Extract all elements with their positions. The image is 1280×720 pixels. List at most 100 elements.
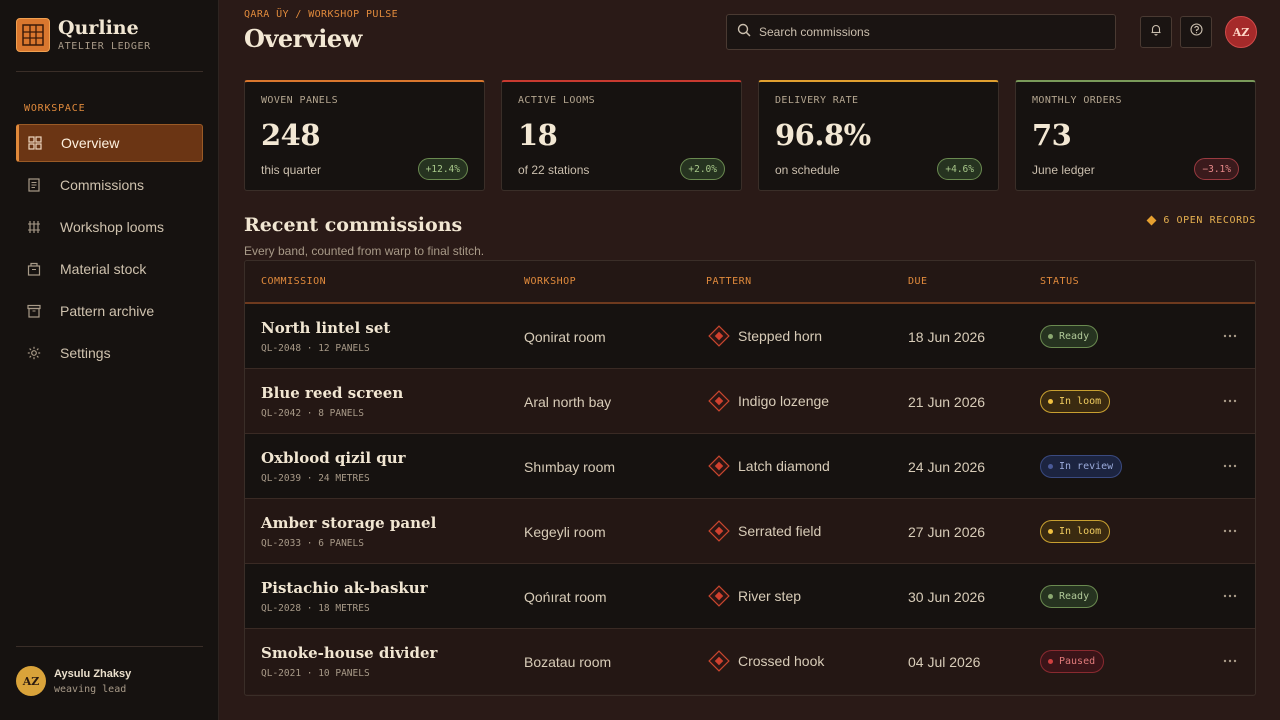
user-avatar-button[interactable]: AZ (1225, 16, 1257, 48)
sidebar-item-commissions[interactable]: Commissions (16, 166, 203, 204)
table-row[interactable]: Blue reed screen QL-2042 · 8 PANELS Aral n… (245, 369, 1255, 434)
box-icon (26, 261, 42, 277)
column-header-commission[interactable]: COMMISSION (261, 276, 326, 287)
more-icon (1223, 659, 1237, 663)
search-icon (737, 23, 751, 42)
sidebar-item-material-stock[interactable]: Material stock (16, 250, 203, 288)
table-row[interactable]: Oxblood qizil qur QL-2039 · 24 METRES Shım… (245, 434, 1255, 499)
pattern-cell: Stepped horn (705, 322, 822, 350)
bell-icon (1150, 23, 1162, 41)
kpi-card-woven-panels: WOVEN PANELS 248 this quarter +12.4% (244, 80, 485, 191)
pattern-cell: River step (705, 582, 801, 610)
due-date: 27 Jun 2026 (908, 524, 986, 540)
sidebar-divider (16, 71, 203, 72)
due-date: 18 Jun 2026 (908, 329, 986, 345)
pattern-cell: Latch diamond (705, 452, 830, 480)
kpi-label: WOVEN PANELS (261, 95, 339, 106)
workshop-cell: Shımbay room (524, 459, 616, 475)
commission-code: QL-2042 · 8 PANELS (261, 408, 364, 419)
row-more-button[interactable] (1220, 458, 1240, 474)
row-more-button[interactable] (1220, 588, 1240, 604)
commission-name[interactable]: Blue reed screen (261, 384, 403, 402)
table-body: North lintel set QL-2048 · 12 PANELS Qonir… (245, 304, 1255, 694)
kpi-subtext: June ledger (1032, 163, 1095, 177)
user-profile[interactable]: AZ Aysulu Zhaksy weaving lead (16, 666, 131, 696)
sidebar-nav: Overview Commissions Workshop looms Mate… (16, 124, 203, 376)
sidebar-item-overview[interactable]: Overview (16, 124, 203, 162)
status-label: Paused (1059, 656, 1096, 667)
pattern-name: Latch diamond (738, 458, 830, 474)
sidebar-item-label: Settings (60, 345, 111, 361)
help-icon (1189, 23, 1203, 41)
search-box[interactable] (726, 14, 1116, 50)
status-label: Ready (1059, 591, 1090, 602)
open-records-label: 6 OPEN RECORDS (1163, 215, 1256, 226)
column-header-workshop[interactable]: WORKSHOP (524, 276, 576, 287)
commission-code: QL-2021 · 10 PANELS (261, 668, 370, 679)
help-button[interactable] (1180, 16, 1212, 48)
due-date: 04 Jul 2026 (908, 654, 981, 670)
sidebar-item-workshop-looms[interactable]: Workshop looms (16, 208, 203, 246)
table-row[interactable]: Smoke-house divider QL-2021 · 10 PANELS Bo… (245, 629, 1255, 694)
status-dot-icon (1048, 529, 1053, 534)
due-date: 24 Jun 2026 (908, 459, 986, 475)
search-input[interactable] (759, 25, 1099, 39)
brand-logo-icon (16, 18, 50, 52)
kpi-card-delivery-rate: DELIVERY RATE 96.8% on schedule +4.6% (758, 80, 999, 191)
sidebar-item-pattern-archive[interactable]: Pattern archive (16, 292, 203, 330)
column-header-status[interactable]: STATUS (1040, 276, 1079, 287)
due-date: 30 Jun 2026 (908, 589, 986, 605)
table-row[interactable]: North lintel set QL-2048 · 12 PANELS Qonir… (245, 304, 1255, 369)
status-badge: Ready (1040, 585, 1099, 608)
commission-name[interactable]: Oxblood qizil qur (261, 449, 406, 467)
more-icon (1223, 529, 1237, 533)
kpi-value: 18 (518, 118, 558, 152)
status-dot-icon (1048, 659, 1053, 664)
pattern-name: Serrated field (738, 523, 822, 539)
brand-name: Qurline (58, 17, 139, 39)
status-badge: In review (1040, 455, 1123, 478)
document-icon (26, 177, 42, 193)
status-dot-icon (1048, 594, 1053, 599)
more-icon (1223, 464, 1237, 468)
sidebar-item-label: Material stock (60, 261, 147, 277)
kpi-value: 96.8% (775, 118, 871, 152)
column-header-pattern[interactable]: PATTERN (706, 276, 752, 287)
pattern-cell: Indigo lozenge (705, 387, 829, 415)
brand[interactable]: Qurline ATELIER LEDGER (16, 18, 151, 52)
kpi-card-active-looms: ACTIVE LOOMS 18 of 22 stations +2.0% (501, 80, 742, 191)
commissions-table: COMMISSION WORKSHOP PATTERN DUE STATUS N… (244, 260, 1256, 696)
row-more-button[interactable] (1220, 393, 1240, 409)
more-icon (1223, 399, 1237, 403)
table-row[interactable]: Pistachio ak-baskur QL-2028 · 18 METRES Qo… (245, 564, 1255, 629)
user-role: weaving lead (54, 683, 127, 695)
diamond-icon (1146, 215, 1157, 226)
table-row[interactable]: Amber storage panel QL-2033 · 6 PANELS Keg… (245, 499, 1255, 564)
status-badge: Paused (1040, 650, 1105, 673)
row-more-button[interactable] (1220, 523, 1240, 539)
commission-name[interactable]: North lintel set (261, 319, 390, 337)
sidebar-item-settings[interactable]: Settings (16, 334, 203, 372)
row-more-button[interactable] (1220, 653, 1240, 669)
commission-name[interactable]: Pistachio ak-baskur (261, 579, 428, 597)
workshop-cell: Bozatau room (524, 654, 612, 670)
notifications-button[interactable] (1140, 16, 1172, 48)
commission-name[interactable]: Smoke-house divider (261, 644, 437, 662)
sidebar-item-label: Overview (61, 135, 120, 151)
pattern-name: Crossed hook (738, 653, 825, 669)
archive-icon (26, 303, 42, 319)
column-header-due[interactable]: DUE (908, 276, 928, 287)
page-title: Overview (244, 24, 362, 53)
commission-code: QL-2039 · 24 METRES (261, 473, 370, 484)
kpi-subtext: of 22 stations (518, 163, 590, 177)
commission-name[interactable]: Amber storage panel (261, 514, 436, 532)
status-badge: In loom (1040, 520, 1111, 543)
row-more-button[interactable] (1220, 328, 1240, 344)
breadcrumb: QARA ÜY / WORKSHOP PULSE (244, 9, 399, 20)
status-label: In loom (1059, 526, 1102, 537)
pattern-cell: Crossed hook (705, 647, 824, 675)
pattern-diamond-icon (705, 452, 733, 480)
kpi-delta-badge: +2.0% (680, 158, 725, 180)
workshop-cell: Kegeyli room (524, 524, 606, 540)
status-label: Ready (1059, 331, 1090, 342)
